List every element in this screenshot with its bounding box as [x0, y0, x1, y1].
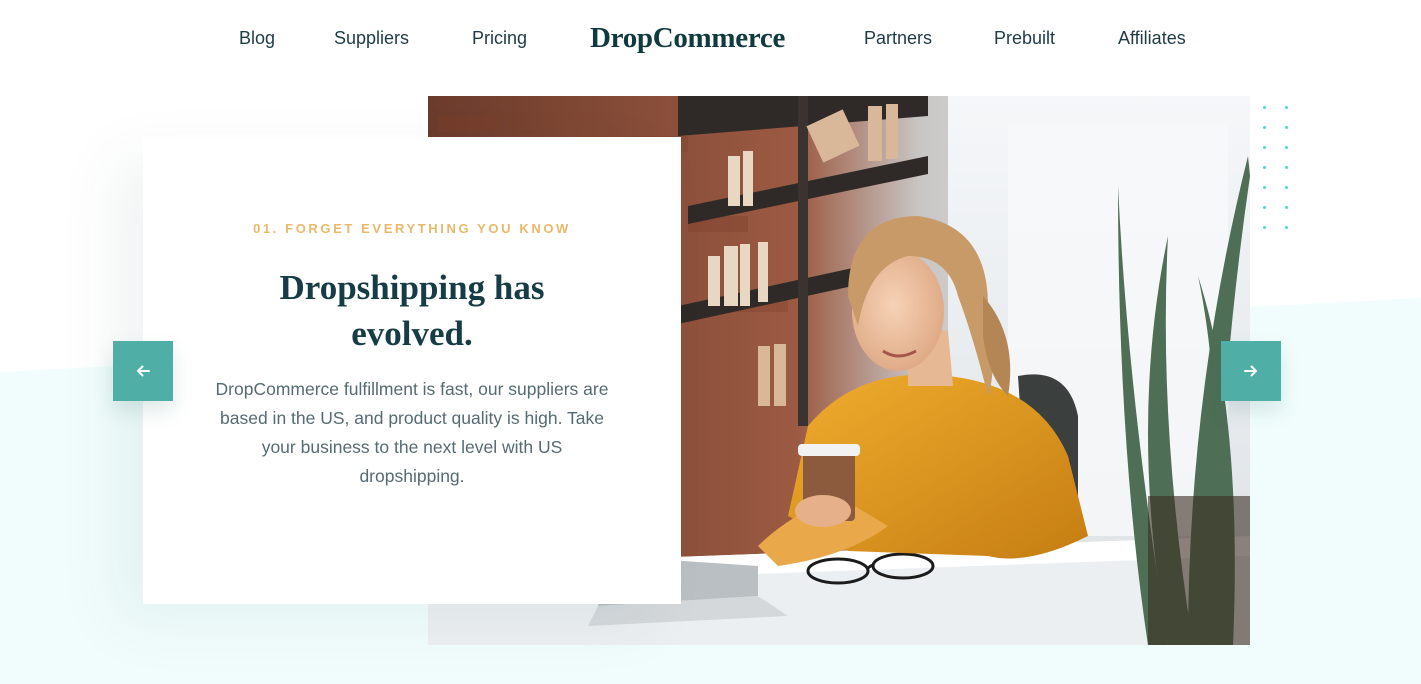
next-slide-button[interactable]	[1221, 341, 1281, 401]
decoration-dot	[1285, 186, 1288, 189]
nav-link-affiliates[interactable]: Affiliates	[1118, 28, 1186, 49]
prev-slide-button[interactable]	[113, 341, 173, 401]
decoration-dot	[1263, 226, 1266, 229]
decoration-dot	[1285, 166, 1288, 169]
decoration-dot	[1263, 166, 1266, 169]
nav-link-blog[interactable]: Blog	[239, 28, 275, 49]
hero-card: 01. FORGET EVERYTHING YOU KNOW Dropshipp…	[143, 137, 681, 604]
decoration-dot	[1285, 126, 1288, 129]
page: Blog Suppliers Pricing DropCommerce Part…	[0, 0, 1421, 684]
hero-body-text: DropCommerce fulfillment is fast, our su…	[215, 379, 609, 486]
nav-link-prebuilt[interactable]: Prebuilt	[994, 28, 1055, 49]
arrow-right-icon	[1244, 365, 1257, 377]
hero-headline-line-1: Dropshipping has	[279, 268, 545, 307]
decoration-dot	[1263, 106, 1266, 109]
decoration-dot	[1285, 226, 1288, 229]
brand-logo[interactable]: DropCommerce	[590, 22, 785, 55]
nav-link-partners[interactable]: Partners	[864, 28, 932, 49]
decoration-dot	[1263, 186, 1266, 189]
nav-link-suppliers[interactable]: Suppliers	[334, 28, 409, 49]
top-nav: Blog Suppliers Pricing DropCommerce Part…	[0, 0, 1421, 78]
arrow-left-icon	[137, 365, 150, 377]
hero-eyebrow: 01. FORGET EVERYTHING YOU KNOW	[253, 221, 571, 236]
nav-link-pricing[interactable]: Pricing	[472, 28, 527, 49]
hero-headline-line-2: evolved.	[351, 314, 473, 353]
hero-headline: Dropshipping has evolved.	[203, 265, 621, 357]
decoration-dot	[1285, 206, 1288, 209]
decoration-dot	[1263, 206, 1266, 209]
decoration-dot	[1263, 126, 1266, 129]
dot-pattern-decoration	[1263, 106, 1293, 236]
decoration-dot	[1263, 146, 1266, 149]
decoration-dot	[1285, 106, 1288, 109]
decoration-dot	[1285, 146, 1288, 149]
